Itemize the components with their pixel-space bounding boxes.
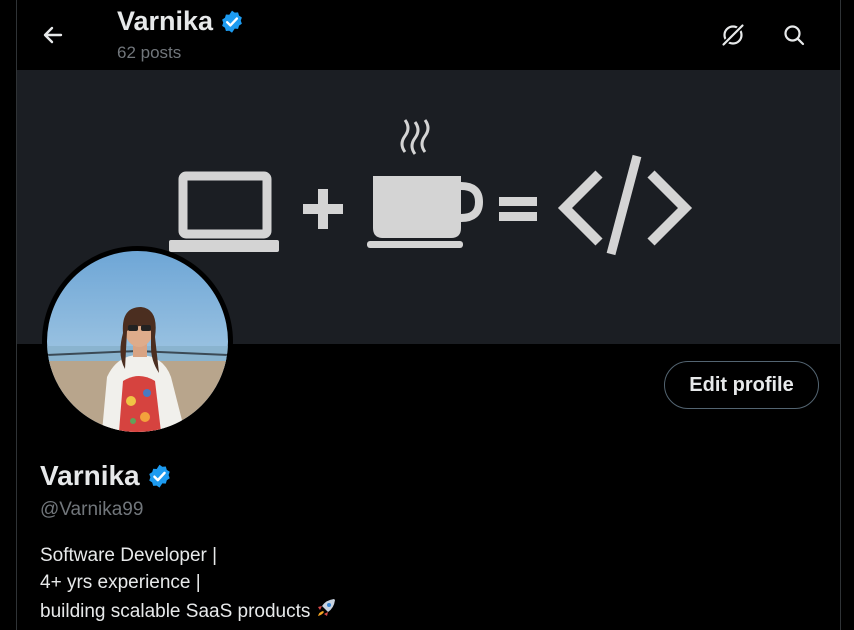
post-count: 62 posts (117, 43, 182, 62)
header-name-row: Varnika (117, 6, 245, 37)
header-name: Varnika (117, 6, 214, 36)
search-icon (784, 25, 805, 46)
plus-icon (303, 189, 343, 229)
code-icon (557, 154, 693, 256)
laptop-icon (169, 171, 279, 252)
grok-icon (722, 24, 744, 46)
verified-badge-icon (222, 10, 242, 33)
grok-button[interactable] (713, 15, 753, 55)
equals-icon (499, 197, 537, 221)
profile-bio: Software Developer | 4+ yrs experience |… (40, 542, 338, 625)
bio-line: Software Developer | (40, 545, 218, 566)
header-titles: Varnika 62 posts (117, 6, 245, 63)
arrow-left-icon (43, 26, 63, 44)
rocket-emoji (318, 599, 336, 616)
profile-name-row: Varnika (40, 460, 173, 492)
back-button[interactable] (33, 15, 73, 55)
edit-profile-button[interactable]: Edit profile (664, 361, 819, 409)
verified-badge-icon[interactable] (146, 463, 173, 490)
search-button[interactable] (774, 15, 814, 55)
coffee-cup-icon (367, 119, 484, 248)
avatar-photo (47, 251, 228, 432)
bio-line: building scalable SaaS products (40, 601, 311, 622)
profile-header: Varnika 62 posts (17, 0, 840, 70)
profile-handle: @Varnika99 (40, 499, 144, 520)
bio-line-last: building scalable SaaS products (40, 596, 338, 625)
bio-line: 4+ yrs experience | (40, 572, 201, 593)
profile-column: Varnika 62 posts Edit profile Varnika @V… (16, 0, 841, 630)
profile-name: Varnika (40, 460, 140, 491)
avatar[interactable] (42, 246, 233, 437)
